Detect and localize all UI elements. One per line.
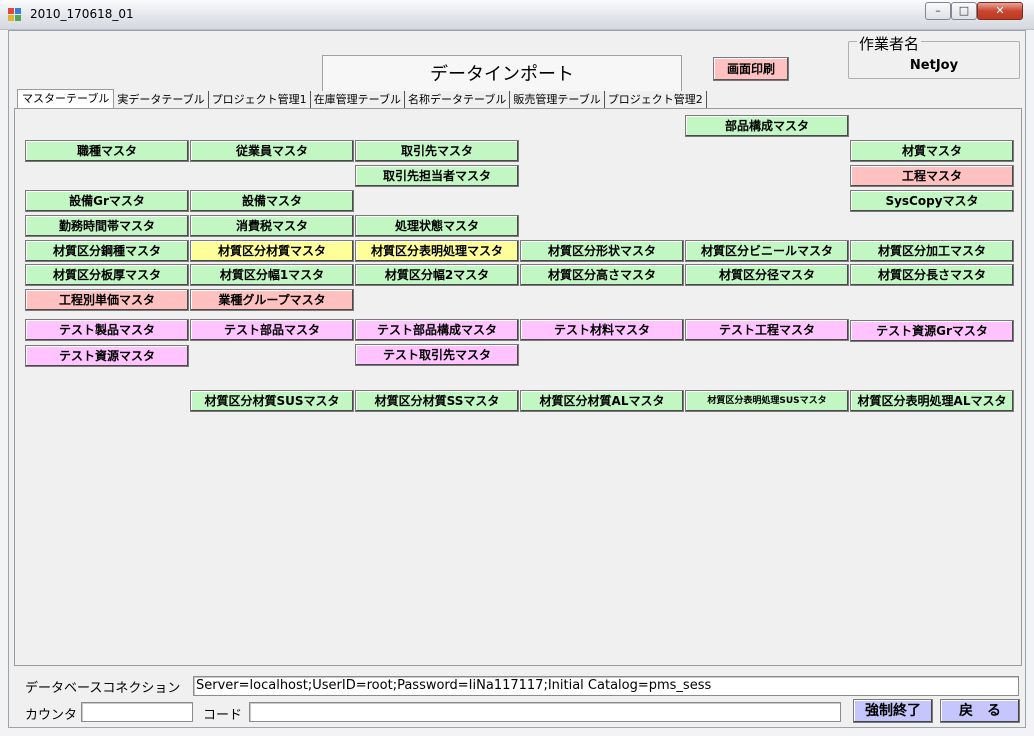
tab-project-management-1[interactable]: プロジェクト管理1 (209, 91, 311, 109)
tab-sales-table[interactable]: 販売管理テーブル (510, 91, 605, 109)
process-status-master-button[interactable]: 処理状態マスタ (355, 215, 519, 237)
material-thickness-master-button[interactable]: 材質区分板厚マスタ (25, 264, 189, 286)
code-label: コード (203, 708, 243, 723)
material-sus-master-button[interactable]: 材質区分材質SUSマスタ (190, 390, 354, 412)
material-diameter-master-button[interactable]: 材質区分径マスタ (685, 264, 849, 286)
material-quality-master-button[interactable]: 材質区分材質マスタ (190, 240, 354, 262)
surface-treatment-sus-master-button[interactable]: 材質区分表明処理SUSマスタ (685, 390, 849, 412)
material-master-button[interactable]: 材質マスタ (850, 140, 1014, 162)
employee-master-button[interactable]: 従業員マスタ (190, 140, 354, 162)
window-title: 2010_170618_01 (30, 7, 134, 21)
work-hours-master-button[interactable]: 勤務時間帯マスタ (25, 215, 189, 237)
code-field[interactable] (249, 702, 841, 722)
client-area: データインポート 画面印刷 作業者名 NetJoy マスターテーブル 実データテ… (8, 30, 1026, 728)
back-button[interactable]: 戻 る (940, 699, 1020, 723)
test-resource-master-button[interactable]: テスト資源マスタ (25, 345, 189, 367)
material-length-master-button[interactable]: 材質区分長さマスタ (850, 264, 1014, 286)
db-connection-field[interactable]: Server=localhost;UserID=root;Password=Ii… (193, 676, 1019, 696)
counter-field[interactable] (81, 702, 193, 722)
counter-label: カウンタ (25, 708, 78, 723)
app-icon (8, 8, 22, 22)
tab-inventory-table[interactable]: 在庫管理テーブル (311, 91, 406, 109)
test-material-master-button[interactable]: テスト材料マスタ (520, 319, 684, 341)
test-parts-structure-master-button[interactable]: テスト部品構成マスタ (355, 319, 519, 341)
db-connection-label: データベースコネクション (25, 681, 181, 696)
equipment-group-master-button[interactable]: 設備Grマスタ (25, 190, 189, 212)
supplier-contact-master-button[interactable]: 取引先担当者マスタ (355, 165, 519, 187)
equipment-master-button[interactable]: 設備マスタ (190, 190, 354, 212)
process-unit-price-master-button[interactable]: 工程別単価マスタ (25, 289, 189, 311)
tab-name-data-table[interactable]: 名称データテーブル (405, 91, 511, 109)
tab-actual-data-table[interactable]: 実データテーブル (114, 91, 209, 109)
master-tab-panel: 部品構成マスタ 職種マスタ 従業員マスタ 取引先マスタ 材質マスタ 取引先担当者… (14, 108, 1022, 666)
tab-strip: マスターテーブル 実データテーブル プロジェクト管理1 在庫管理テーブル 名称デ… (17, 89, 707, 109)
material-height-master-button[interactable]: 材質区分高さマスタ (520, 264, 684, 286)
material-width2-master-button[interactable]: 材質区分幅2マスタ (355, 264, 519, 286)
job-type-master-button[interactable]: 職種マスタ (25, 140, 189, 162)
material-surface-treatment-master-button[interactable]: 材質区分表明処理マスタ (355, 240, 519, 262)
syscopy-master-button[interactable]: SysCopyマスタ (850, 190, 1014, 212)
print-screen-button[interactable]: 画面印刷 (713, 57, 789, 81)
material-al-master-button[interactable]: 材質区分材質ALマスタ (520, 390, 684, 412)
force-quit-button[interactable]: 強制終了 (853, 699, 933, 723)
maximize-button[interactable]: □ (951, 2, 977, 20)
material-vinyl-master-button[interactable]: 材質区分ビニールマスタ (685, 240, 849, 262)
test-supplier-master-button[interactable]: テスト取引先マスタ (355, 344, 519, 366)
minimize-button[interactable]: – (925, 2, 951, 20)
worker-name: NetJoy (909, 58, 959, 73)
test-resource-group-master-button[interactable]: テスト資源Grマスタ (850, 320, 1014, 342)
material-shape-master-button[interactable]: 材質区分形状マスタ (520, 240, 684, 262)
consumption-tax-master-button[interactable]: 消費税マスタ (190, 215, 354, 237)
page-title: データインポート (322, 55, 682, 91)
material-width1-master-button[interactable]: 材質区分幅1マスタ (190, 264, 354, 286)
worker-group: 作業者名 NetJoy (848, 33, 1020, 79)
material-processing-master-button[interactable]: 材質区分加工マスタ (850, 240, 1014, 262)
test-parts-master-button[interactable]: テスト部品マスタ (190, 319, 354, 341)
tab-master-table[interactable]: マスターテーブル (17, 89, 115, 109)
title-bar: 2010_170618_01 – □ ✕ (0, 0, 1034, 30)
worker-legend: 作業者名 (857, 33, 922, 54)
surface-treatment-al-master-button[interactable]: 材質区分表明処理ALマスタ (850, 390, 1014, 412)
test-product-master-button[interactable]: テスト製品マスタ (25, 319, 189, 341)
material-steel-grade-master-button[interactable]: 材質区分鋼種マスタ (25, 240, 189, 262)
parts-structure-master-button[interactable]: 部品構成マスタ (685, 115, 849, 137)
test-process-master-button[interactable]: テスト工程マスタ (685, 319, 849, 341)
process-master-button[interactable]: 工程マスタ (850, 165, 1014, 187)
close-button[interactable]: ✕ (977, 2, 1023, 20)
industry-group-master-button[interactable]: 業種グループマスタ (190, 289, 354, 311)
material-ss-master-button[interactable]: 材質区分材質SSマスタ (355, 390, 519, 412)
tab-project-management-2[interactable]: プロジェクト管理2 (605, 91, 707, 109)
supplier-master-button[interactable]: 取引先マスタ (355, 140, 519, 162)
